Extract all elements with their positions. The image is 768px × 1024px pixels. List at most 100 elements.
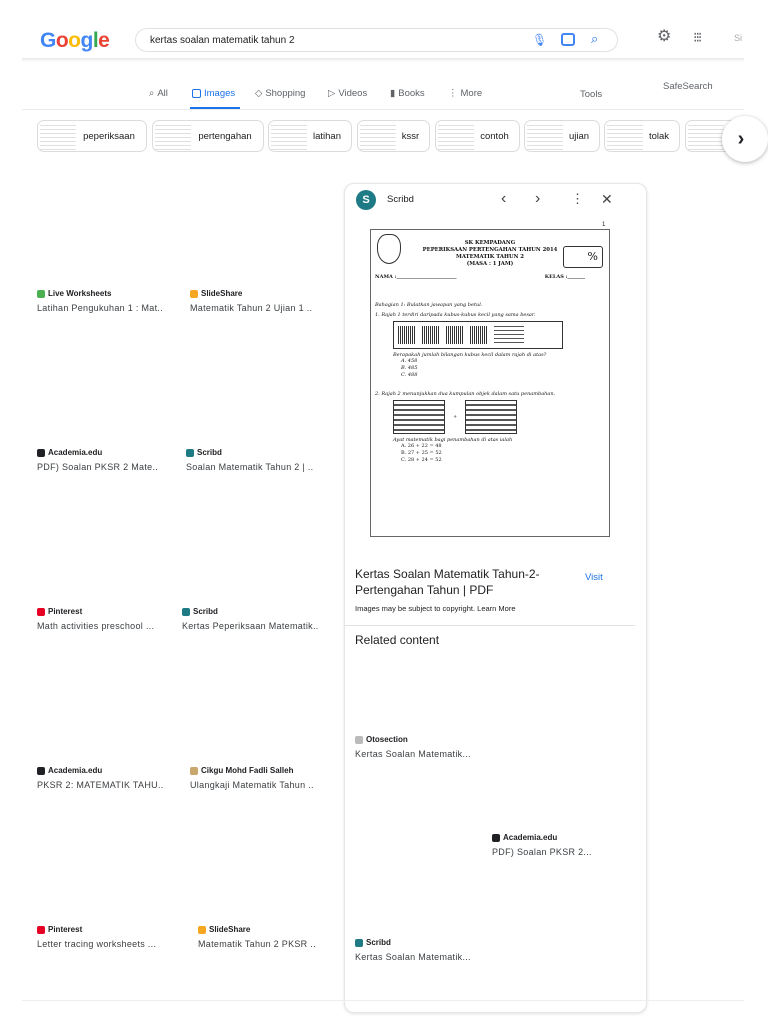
chip-latihan[interactable]: latihan xyxy=(268,120,352,152)
doc-option: C. 488 xyxy=(401,372,418,378)
result-source[interactable]: Pinterest xyxy=(37,607,82,616)
score-box: % xyxy=(563,246,603,268)
tab-books[interactable]: ▮ Books xyxy=(390,88,425,99)
tools-button[interactable]: Tools xyxy=(580,89,602,100)
result-title[interactable]: Matematik Tahun 2 Ujian 1 .. xyxy=(190,303,312,313)
safesearch-button[interactable]: SafeSearch xyxy=(663,81,713,92)
chip-contoh[interactable]: contoh xyxy=(435,120,520,152)
result-title[interactable]: Math activities preschool ... xyxy=(37,621,154,631)
source-favicon-icon xyxy=(492,833,500,842)
panel-title[interactable]: Kertas Soalan Matematik Tahun-2-Pertenga… xyxy=(355,566,580,598)
chip-thumbnail xyxy=(155,122,191,150)
chip-thumbnail xyxy=(360,122,396,150)
tab-label: More xyxy=(460,88,483,99)
chip-pertengahan[interactable]: pertengahan xyxy=(152,120,264,152)
chip-label: kssr xyxy=(401,130,420,142)
apps-grid-icon[interactable]: ⁝⁝⁝ xyxy=(693,30,702,44)
source-name: Academia.edu xyxy=(503,833,558,842)
chip-ujian[interactable]: ujian xyxy=(524,120,600,152)
search-query[interactable]: kertas soalan matematik tahun 2 xyxy=(150,35,295,46)
more-vert-icon[interactable]: ⋮ xyxy=(571,191,584,207)
source-favicon-icon xyxy=(355,938,363,947)
result-title[interactable]: Kertas Soalan Matematik... xyxy=(355,749,471,759)
result-source[interactable]: Academia.edu xyxy=(37,448,102,457)
result-source[interactable]: Pinterest xyxy=(37,925,82,934)
more-vert-icon: ⋮ xyxy=(448,88,458,99)
result-title[interactable]: Ulangkaji Matematik Tahun .. xyxy=(190,780,314,790)
chip-tolak[interactable]: tolak xyxy=(604,120,680,152)
header-divider xyxy=(22,58,744,62)
source-name: Live Worksheets xyxy=(48,289,112,298)
chevron-left-icon[interactable]: ‹ xyxy=(501,190,506,208)
source-name: Pinterest xyxy=(48,607,83,616)
result-source[interactable]: Academia.edu xyxy=(492,833,557,842)
doc-plus: + xyxy=(453,414,458,420)
chip-kssr[interactable]: kssr xyxy=(357,120,430,152)
scribd-logo-icon: S xyxy=(356,190,376,210)
source-name: Cikgu Mohd Fadli Salleh xyxy=(201,766,294,775)
chip-thumbnail xyxy=(271,122,307,150)
result-source[interactable]: Scribd xyxy=(355,938,391,947)
doc-section: Bahagian 1: Bulatkan jawapan yang betul. xyxy=(375,302,483,308)
panel-source[interactable]: Scribd xyxy=(387,194,414,205)
result-source[interactable]: SlideShare xyxy=(198,925,250,934)
tab-images[interactable]: Images xyxy=(192,88,235,99)
search-icon[interactable]: ⌕ xyxy=(591,32,598,45)
copyright-notice: Images may be subject to copyright. xyxy=(355,604,476,613)
doc-q2: 2. Rajah 2 menunjukkan dua kumpulan obje… xyxy=(375,391,556,397)
source-favicon-icon xyxy=(182,607,190,616)
result-source[interactable]: SlideShare xyxy=(190,289,242,298)
result-source[interactable]: Otosection xyxy=(355,735,408,744)
result-title[interactable]: Kertas Soalan Matematik... xyxy=(355,952,471,962)
chevron-right-icon[interactable]: › xyxy=(535,190,540,208)
source-favicon-icon xyxy=(37,925,45,934)
result-title[interactable]: Soalan Matematik Tahun 2 | .. xyxy=(186,462,313,472)
result-title[interactable]: PDF) Soalan PKSR 2... xyxy=(492,847,592,857)
result-source[interactable]: Scribd xyxy=(182,607,218,616)
source-favicon-icon xyxy=(37,289,45,298)
result-source[interactable]: Live Worksheets xyxy=(37,289,111,298)
chip-label: latihan xyxy=(313,130,341,142)
result-source[interactable]: Cikgu Mohd Fadli Salleh xyxy=(190,766,293,775)
result-title[interactable]: PKSR 2: MATEMATIK TAHU.. xyxy=(37,780,164,790)
source-favicon-icon xyxy=(190,766,198,775)
learn-more-link[interactable]: Learn More xyxy=(477,604,515,613)
panel-divider xyxy=(345,625,635,626)
visit-button[interactable]: Visit xyxy=(585,572,603,583)
chip-thumbnail xyxy=(40,122,76,150)
tab-all[interactable]: ⌕ All xyxy=(149,88,168,99)
tab-label: Books xyxy=(398,88,425,99)
source-favicon-icon xyxy=(186,448,194,457)
chevron-right-icon[interactable]: › xyxy=(722,116,768,162)
doc-option: A. 458 xyxy=(401,358,418,364)
google-logo[interactable]: Google xyxy=(40,29,110,53)
camera-lens-icon[interactable] xyxy=(561,33,575,46)
tab-videos[interactable]: ▷ Videos xyxy=(328,88,367,99)
source-name: Pinterest xyxy=(48,925,83,934)
gear-icon[interactable]: ⚙ xyxy=(657,29,671,45)
doc-option: A. 26 + 22 = 48 xyxy=(401,443,442,449)
tab-more[interactable]: ⋮ More xyxy=(448,88,482,99)
result-title[interactable]: Letter tracing worksheets ... xyxy=(37,939,156,949)
chip-peperiksaan[interactable]: peperiksaan xyxy=(37,120,147,152)
source-name: SlideShare xyxy=(201,289,243,298)
result-source[interactable]: Scribd xyxy=(186,448,222,457)
preview-image[interactable]: % SK KEMPADANG PEPERIKSAAN PERTENGAHAN T… xyxy=(370,229,610,537)
result-title[interactable]: Latihan Pengukuhan 1 : Mat.. xyxy=(37,303,163,313)
tab-shopping[interactable]: ◇ Shopping xyxy=(255,88,305,99)
source-favicon-icon xyxy=(198,925,206,934)
result-title[interactable]: Kertas Peperiksaan Matematik.. xyxy=(182,621,319,631)
result-source[interactable]: Academia.edu xyxy=(37,766,102,775)
result-title[interactable]: Matematik Tahun 2 PKSR .. xyxy=(198,939,316,949)
result-title[interactable]: PDF) Soalan PKSR 2 Mate.. xyxy=(37,462,158,472)
sign-in-button[interactable]: Si xyxy=(734,33,742,43)
image-icon xyxy=(192,89,201,98)
tab-label: Shopping xyxy=(265,88,306,99)
source-name: Academia.edu xyxy=(48,448,103,457)
doc-option: B. 485 xyxy=(401,365,418,371)
tabs-divider xyxy=(22,109,744,110)
source-name: SlideShare xyxy=(209,925,251,934)
close-icon[interactable]: ✕ xyxy=(601,191,613,208)
tab-label: Videos xyxy=(338,88,368,99)
microphone-icon[interactable]: 🎙 xyxy=(532,34,547,46)
